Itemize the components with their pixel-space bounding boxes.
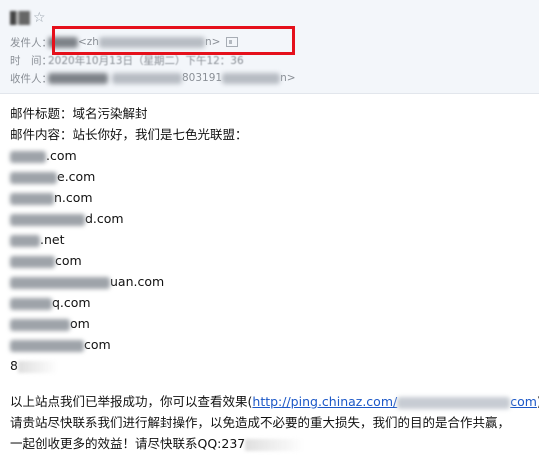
content-intro-line: 邮件内容：站长你好，我们是七色光联盟： <box>10 127 248 142</box>
report-line: 以上站点我们已举报成功，你可以查看效果(http://ping.chinaz.c… <box>10 393 539 411</box>
domain-item: com <box>10 252 82 270</box>
redacted-subject <box>10 11 30 25</box>
domain-item: d.com <box>10 210 124 228</box>
domain-item: .com <box>10 147 77 165</box>
domain-item: 8 <box>10 357 58 375</box>
domain-item: om <box>10 315 90 333</box>
time-label: 时 间： <box>10 54 52 67</box>
ping-chinaz-link[interactable]: http://ping.chinaz.com/com <box>252 394 537 409</box>
redacted-recipient-name <box>48 72 108 84</box>
domain-item: .net <box>10 231 65 249</box>
redacted-recipient-email-b <box>222 72 281 84</box>
red-highlight-box <box>52 26 295 55</box>
mail-subject-row: ☆ <box>10 8 46 28</box>
request-line: 请贵站尽快联系我们进行解封操作，以免造成不必要的重大损失，我们的目的是合作共赢， <box>10 415 511 430</box>
from-label: 发件人： <box>10 36 52 49</box>
domain-item: uan.com <box>10 273 164 291</box>
domain-item: e.com <box>10 168 95 186</box>
star-icon[interactable]: ☆ <box>33 11 46 25</box>
subject-line: 邮件标题：域名污染解封 <box>10 106 148 121</box>
redacted-qq-number <box>245 438 306 451</box>
domain-item: q.com <box>10 294 91 312</box>
recipient-email-mid[interactable]: 803191 <box>182 72 222 84</box>
redacted-recipient-email-a <box>112 72 182 84</box>
domain-item: com <box>10 336 111 354</box>
domain-item: n.com <box>10 189 93 207</box>
recipient-row: 收件人： 803191 n> <box>10 69 296 87</box>
recipient-email-suffix[interactable]: n> <box>280 72 295 84</box>
to-label: 收件人： <box>10 72 52 85</box>
report-text: 以上站点我们已举报成功，你可以查看效果( <box>10 394 253 409</box>
contact-qq-text: 一起创收更多的效益！请尽快联系QQ:237 <box>10 436 246 451</box>
closing-line: 一起创收更多的效益！请尽快联系QQ:237 <box>10 435 306 453</box>
